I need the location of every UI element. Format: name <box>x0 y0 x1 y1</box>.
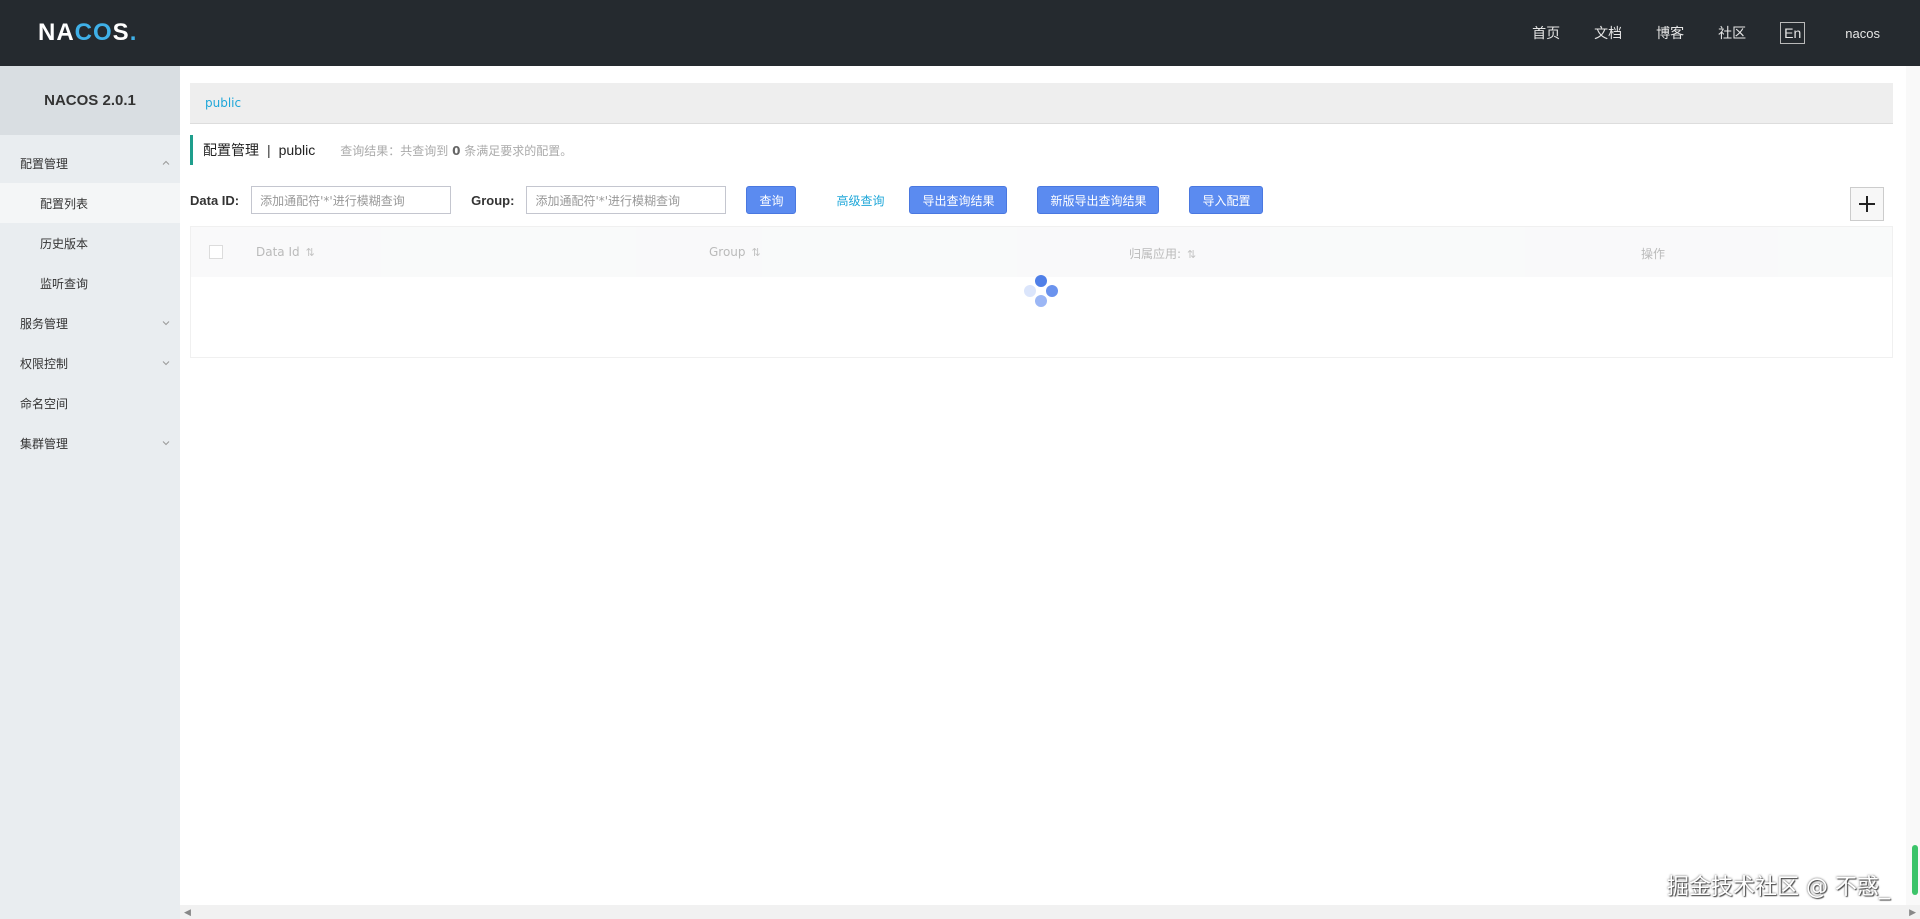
user-name[interactable]: nacos <box>1845 26 1880 41</box>
top-nav: 首页 文档 博客 社区 En nacos <box>1498 0 1920 66</box>
sidebar-item-history[interactable]: 历史版本 <box>0 223 180 263</box>
table-header: Data Id ⇅ Group ⇅ 归属应用: ⇅ 操作 <box>191 227 1892 277</box>
add-config-button[interactable] <box>1850 187 1884 221</box>
title-separator: | <box>267 142 271 158</box>
scroll-thumb[interactable] <box>1912 845 1918 895</box>
sidebar-item-config[interactable]: 配置管理 <box>0 143 180 183</box>
sidebar-item-cluster[interactable]: 集群管理 <box>0 423 180 463</box>
nav-home[interactable]: 首页 <box>1532 23 1560 43</box>
query-result-prefix: 查询结果：共查询到 <box>340 143 449 158</box>
plus-icon <box>1859 196 1875 212</box>
chevron-down-icon <box>162 361 170 366</box>
page-namespace: public <box>278 142 316 158</box>
column-header-app[interactable]: 归属应用: ⇅ <box>1129 245 1196 262</box>
sort-icon: ⇅ <box>1187 248 1197 261</box>
sidebar-item-label: 命名空间 <box>20 396 69 411</box>
loading-spinner-icon <box>1021 275 1061 315</box>
config-table: Data Id ⇅ Group ⇅ 归属应用: ⇅ 操作 <box>190 226 1893 358</box>
sidebar: NACOS 2.0.1 配置管理 配置列表 历史版本 监听查询 服务管理 权限控… <box>0 66 180 919</box>
column-header-group[interactable]: Group ⇅ <box>709 245 761 259</box>
query-button[interactable]: 查询 <box>746 186 797 214</box>
logo-text-a: NA <box>38 19 75 46</box>
sidebar-item-namespace[interactable]: 命名空间 <box>0 383 180 423</box>
query-result-count: 0 <box>452 143 461 158</box>
group-input[interactable]: 添加通配符'*'进行模糊查询 <box>526 186 727 214</box>
nav-community[interactable]: 社区 <box>1718 23 1746 43</box>
logo-text-b: CO <box>74 19 113 46</box>
page-title: 配置管理 <box>203 143 259 159</box>
scroll-left-icon[interactable]: ◀ <box>184 907 191 918</box>
data-id-label: Data ID: <box>190 192 240 208</box>
namespace-tab-public[interactable]: public <box>205 96 241 110</box>
data-id-input[interactable]: 添加通配符'*'进行模糊查询 <box>251 186 452 214</box>
sidebar-item-label: 历史版本 <box>40 236 89 251</box>
logo-dot: . <box>129 19 138 46</box>
horizontal-scrollbar[interactable]: ◀ ▶ <box>180 905 1920 919</box>
namespace-bar: public <box>190 83 1893 124</box>
nav-blog[interactable]: 博客 <box>1656 23 1684 43</box>
sidebar-item-label: 权限控制 <box>20 356 69 371</box>
advanced-query-button[interactable]: 高级查询 <box>836 192 884 209</box>
column-header-data-id[interactable]: Data Id ⇅ <box>256 245 315 259</box>
sort-icon: ⇅ <box>751 246 761 259</box>
scroll-right-icon[interactable]: ▶ <box>1909 907 1916 918</box>
language-switch-button[interactable]: En <box>1780 22 1806 44</box>
sidebar-item-label: 监听查询 <box>40 276 89 291</box>
column-label: 归属应用: <box>1129 247 1182 261</box>
sidebar-item-service[interactable]: 服务管理 <box>0 303 180 343</box>
watermark: 掘金技术社区 @ 不惑_ <box>1667 875 1890 900</box>
import-button[interactable]: 导入配置 <box>1189 186 1264 214</box>
sidebar-item-label: 服务管理 <box>20 316 69 331</box>
top-navbar: NACOS. 首页 文档 博客 社区 En nacos <box>0 0 1920 66</box>
sidebar-item-label: 配置列表 <box>40 196 89 211</box>
chevron-down-icon <box>162 321 170 326</box>
query-result-text: 查询结果：共查询到 0 条满足要求的配置。 <box>340 142 572 159</box>
sidebar-item-listen[interactable]: 监听查询 <box>0 263 180 303</box>
sidebar-item-label: 集群管理 <box>20 436 69 451</box>
nacos-logo[interactable]: NACOS. <box>38 19 137 47</box>
search-bar: Data ID: 添加通配符'*'进行模糊查询 Group: 添加通配符'*'进… <box>190 185 1893 215</box>
main-content: public 配置管理 | public 查询结果：共查询到 0 条满足要求的配… <box>190 83 1893 358</box>
chevron-down-icon <box>162 441 170 446</box>
select-all-checkbox[interactable] <box>209 245 223 259</box>
export-button[interactable]: 导出查询结果 <box>909 186 1008 214</box>
chevron-up-icon <box>162 160 170 165</box>
export-new-button[interactable]: 新版导出查询结果 <box>1037 186 1160 214</box>
column-label: Group <box>709 245 746 259</box>
sidebar-item-config-list[interactable]: 配置列表 <box>0 183 180 223</box>
sidebar-title: NACOS 2.0.1 <box>0 66 180 135</box>
column-label: Data Id <box>256 245 300 259</box>
sidebar-item-auth[interactable]: 权限控制 <box>0 343 180 383</box>
sidebar-item-label: 配置管理 <box>20 156 69 171</box>
logo-text-c: S <box>112 19 130 46</box>
query-result-suffix: 条满足要求的配置。 <box>464 143 573 158</box>
page-header: 配置管理 | public 查询结果：共查询到 0 条满足要求的配置。 <box>190 135 572 165</box>
column-header-actions: 操作 <box>1641 247 1666 261</box>
sort-icon: ⇅ <box>305 246 315 259</box>
nav-docs[interactable]: 文档 <box>1594 23 1622 43</box>
vertical-scrollbar[interactable] <box>1906 66 1920 905</box>
group-label: Group: <box>471 192 515 208</box>
